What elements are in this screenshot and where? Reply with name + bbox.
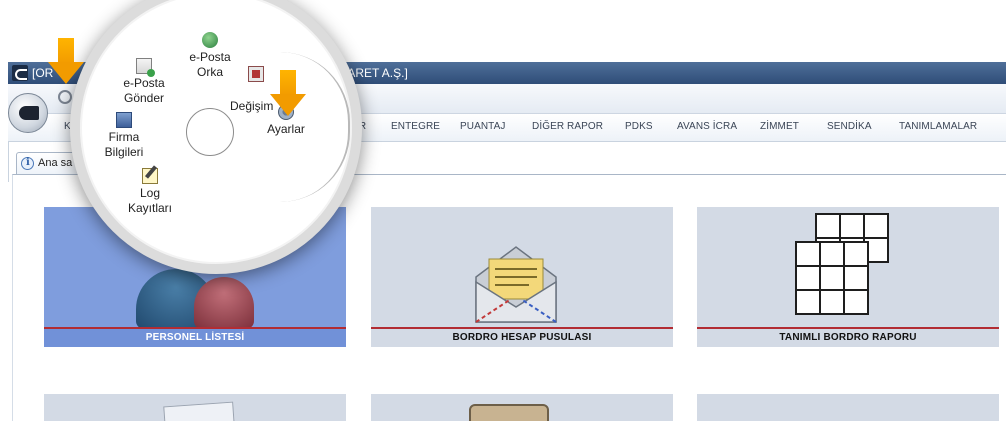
tile-bordro-hesap-pusulasi-label: BORDRO HESAP PUSULASI [371,327,673,347]
tile-tanimli-bordro-raporu-label: TANIMLI BORDRO RAPORU [697,327,999,347]
menu-item-label: Gönder [123,91,165,105]
tab-pdks[interactable]: PDKS [625,121,653,132]
person-icon [194,277,254,329]
log-icon [142,168,158,184]
application-menu-button[interactable] [8,93,48,133]
app-logo-icon [12,65,28,81]
clipboard-icon [469,404,549,421]
menu-item-label: Kayıtları [127,201,172,215]
envelope-icon [475,246,557,323]
menu-item-label: e-Posta [189,50,231,64]
highlight-arrow-icon [270,70,306,118]
menu-item-label: Ayarlar [267,122,305,136]
tile-row2-2[interactable] [371,394,673,421]
tab-puantaj[interactable]: PUANTAJ [460,121,506,132]
menu-item-log-kayitlari[interactable]: Log Kayıtları [120,168,180,216]
tab-zimmet[interactable]: ZİMMET [760,121,799,132]
app-window: [OR TİCARET A.Ş.] ⁼ KA MLER ENTEGRE PUAN… [0,0,1006,421]
menu-item-label: Log [139,186,161,200]
e-posta-orka-icon [202,32,218,48]
menu-item-firma-bilgileri[interactable]: Firma Bilgileri [94,112,154,160]
mail-send-icon [136,58,155,77]
info-icon [21,157,34,170]
tab-diger-rapor[interactable]: DİĞER RAPOR [532,121,603,132]
tile-tanimli-bordro-raporu[interactable]: TANIMLI BORDRO RAPORU [697,207,999,347]
menu-item-label: e-Posta [123,76,165,90]
password-change-icon [248,66,264,82]
tab-sendika[interactable]: SENDİKA [827,121,872,132]
tile-personel-listesi-label: PERSONEL LİSTESİ [44,327,346,347]
tab-entegre[interactable]: ENTEGRE [391,121,440,132]
highlight-arrow-icon [48,38,84,86]
contract-document-icon [163,401,235,421]
menu-item-label: Bilgileri [104,145,144,159]
quick-access-settings-icon[interactable] [56,88,72,104]
menu-item-e-posta-gonder[interactable]: e-Posta Gönder [114,58,174,106]
tab-avans-icra[interactable]: AVANS İCRA [677,121,737,132]
tile-row2-3[interactable] [697,394,999,421]
tile-bordro-hesap-pusulasi[interactable]: BORDRO HESAP PUSULASI [371,207,673,347]
tab-ana-sayfa-label: Ana sa [38,157,73,169]
server-icon [116,112,132,128]
tile-row2-1[interactable] [44,394,346,421]
radial-menu-center[interactable] [186,108,234,156]
menu-item-label: Orka [196,65,223,79]
tab-tanimlamalar[interactable]: TANIMLAMALAR [899,121,977,132]
menu-item-label: Firma [108,130,140,144]
